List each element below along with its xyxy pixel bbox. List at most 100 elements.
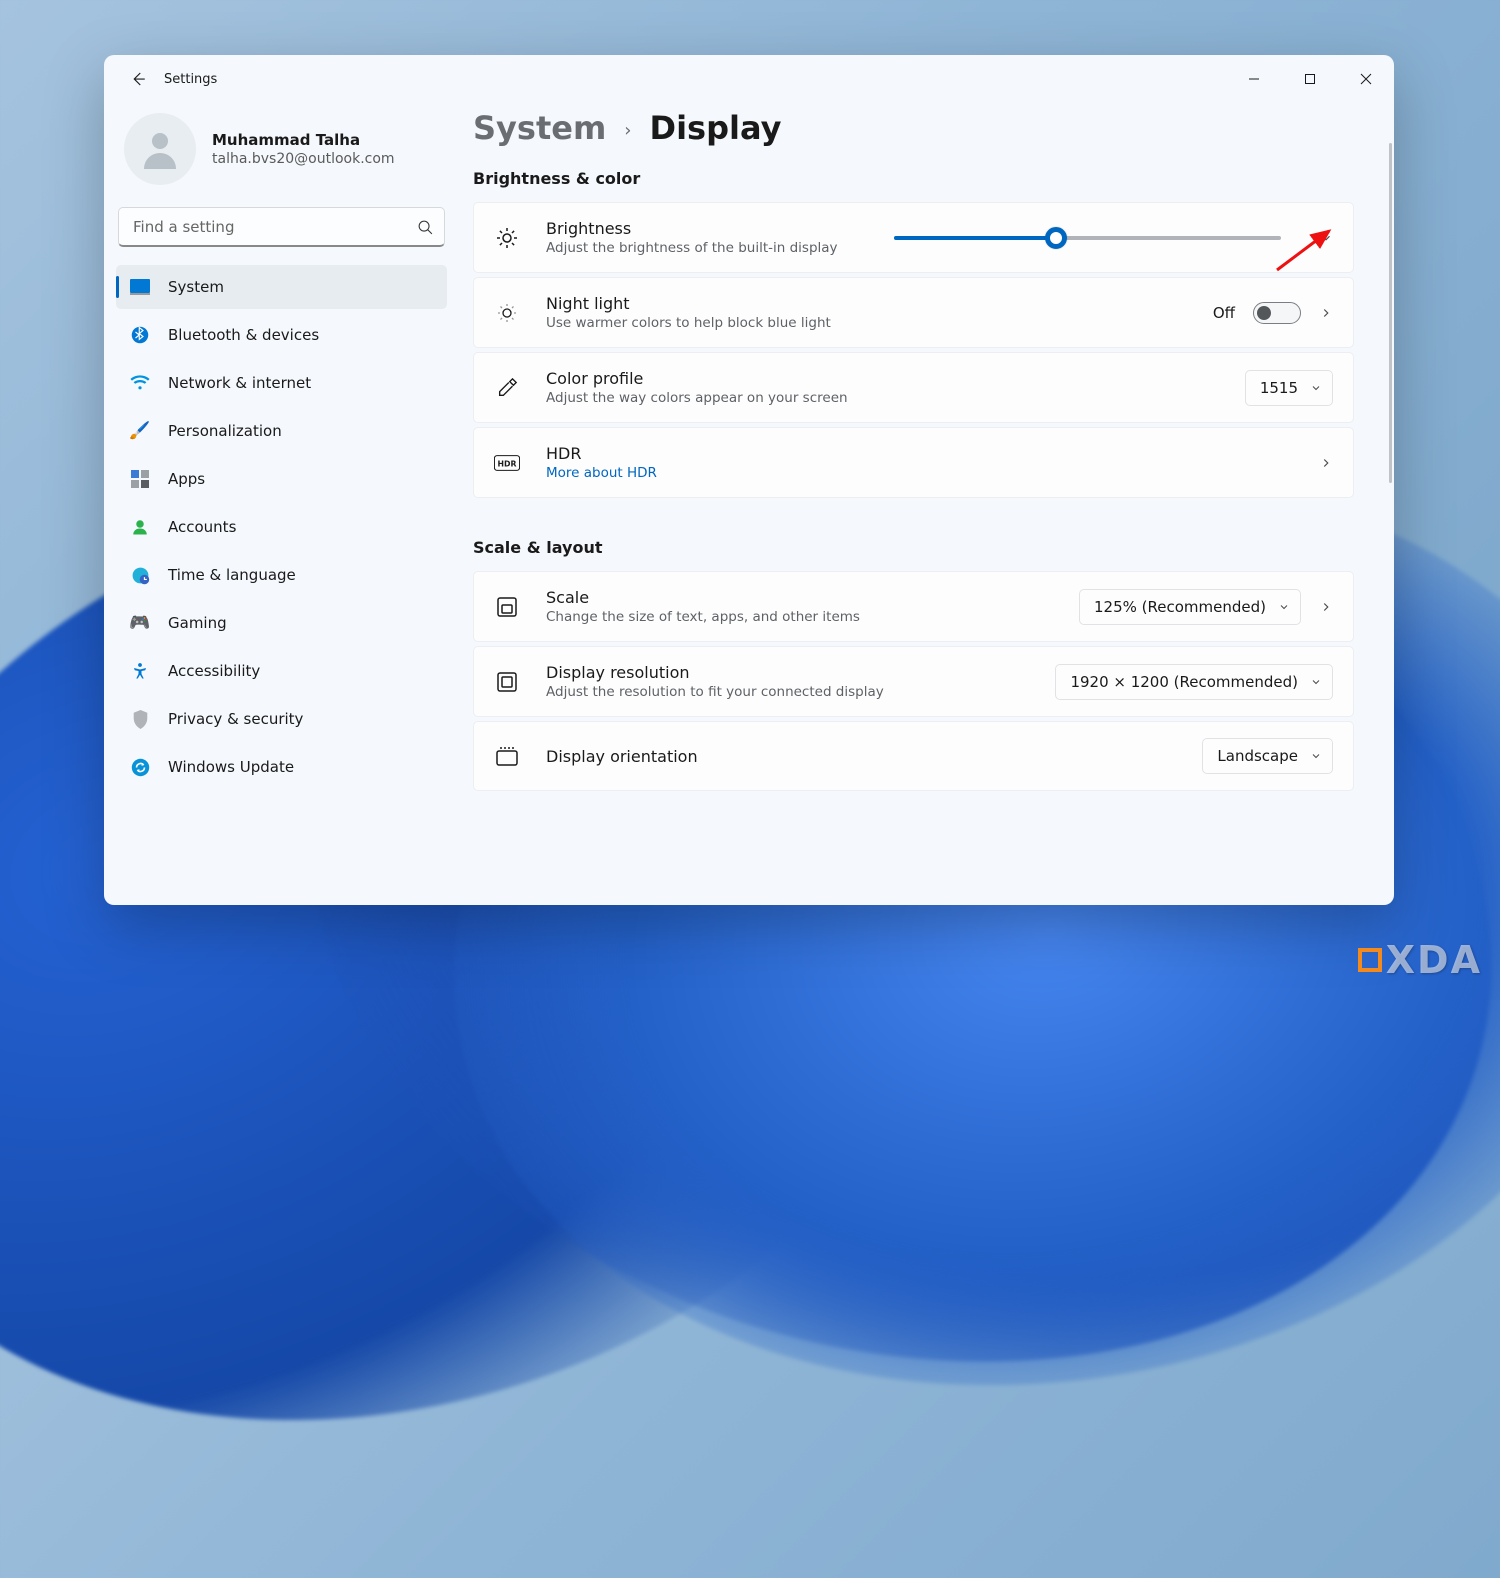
sidebar-item-apps[interactable]: Apps xyxy=(116,457,447,501)
chevron-down-icon xyxy=(1310,750,1322,762)
slider-thumb[interactable] xyxy=(1045,227,1067,249)
resolution-sub: Adjust the resolution to fit your connec… xyxy=(546,684,884,700)
apps-icon xyxy=(130,469,150,489)
sidebar-item-gaming[interactable]: 🎮 Gaming xyxy=(116,601,447,645)
color-profile-dropdown[interactable]: 1515 xyxy=(1245,370,1333,406)
resolution-value: 1920 × 1200 (Recommended) xyxy=(1070,673,1298,691)
resolution-dropdown[interactable]: 1920 × 1200 (Recommended) xyxy=(1055,664,1333,700)
night-light-icon xyxy=(494,300,520,326)
scale-icon xyxy=(494,594,520,620)
paintbrush-icon: 🖌️ xyxy=(130,421,150,441)
back-button[interactable] xyxy=(118,59,158,99)
color-profile-sub: Adjust the way colors appear on your scr… xyxy=(546,390,848,406)
night-light-state-label: Off xyxy=(1213,304,1235,322)
sidebar-item-privacy[interactable]: Privacy & security xyxy=(116,697,447,741)
sidebar-item-time-language[interactable]: Time & language xyxy=(116,553,447,597)
scale-value: 125% (Recommended) xyxy=(1094,598,1266,616)
avatar-placeholder-icon xyxy=(136,125,184,173)
chevron-down-icon xyxy=(1310,382,1322,394)
chevron-down-icon xyxy=(1319,231,1333,245)
scale-title: Scale xyxy=(546,588,860,607)
search-icon xyxy=(417,219,434,236)
wifi-icon xyxy=(130,373,150,393)
eyedropper-icon xyxy=(494,375,520,401)
search-field-wrap xyxy=(118,207,445,247)
sidebar-item-label: Windows Update xyxy=(168,758,294,776)
section-heading-scale: Scale & layout xyxy=(473,538,1354,557)
user-block[interactable]: Muhammad Talha talha.bvs20@outlook.com xyxy=(116,103,447,207)
maximize-button[interactable] xyxy=(1282,55,1338,103)
chevron-right-icon xyxy=(1319,306,1333,320)
orientation-dropdown[interactable]: Landscape xyxy=(1202,738,1333,774)
minimize-icon xyxy=(1248,73,1260,85)
minimize-button[interactable] xyxy=(1226,55,1282,103)
main-content: System › Display Brightness & color Brig… xyxy=(459,103,1394,905)
breadcrumb: System › Display xyxy=(473,109,1354,147)
scrollbar-thumb[interactable] xyxy=(1389,143,1392,483)
color-profile-card[interactable]: Color profile Adjust the way colors appe… xyxy=(473,352,1354,423)
orientation-icon xyxy=(494,743,520,769)
orientation-title: Display orientation xyxy=(546,747,698,766)
accessibility-icon xyxy=(130,661,150,681)
maximize-icon xyxy=(1304,73,1316,85)
resolution-title: Display resolution xyxy=(546,663,884,682)
user-name: Muhammad Talha xyxy=(212,131,395,149)
sidebar: Muhammad Talha talha.bvs20@outlook.com S… xyxy=(104,103,459,905)
accounts-icon xyxy=(130,517,150,537)
sidebar-item-system[interactable]: System xyxy=(116,265,447,309)
system-icon xyxy=(130,277,150,297)
sidebar-item-label: Network & internet xyxy=(168,374,311,392)
page-title: Display xyxy=(650,109,782,147)
color-profile-title: Color profile xyxy=(546,369,848,388)
settings-window: Settings Muhammad Talha talha.bvs20@outl… xyxy=(104,55,1394,905)
orientation-card[interactable]: Display orientation Landscape xyxy=(473,721,1354,791)
sidebar-item-label: Apps xyxy=(168,470,205,488)
time-language-icon xyxy=(130,565,150,585)
shield-icon xyxy=(130,709,150,729)
back-arrow-icon xyxy=(129,70,147,88)
titlebar: Settings xyxy=(104,55,1394,103)
search-input[interactable] xyxy=(118,207,445,247)
brightness-card[interactable]: Brightness Adjust the brightness of the … xyxy=(473,202,1354,273)
bluetooth-icon xyxy=(130,325,150,345)
sidebar-item-windows-update[interactable]: Windows Update xyxy=(116,745,447,789)
window-controls xyxy=(1226,55,1394,103)
chevron-down-icon xyxy=(1310,676,1322,688)
avatar xyxy=(124,113,196,185)
section-heading-brightness: Brightness & color xyxy=(473,169,1354,188)
sidebar-item-network[interactable]: Network & internet xyxy=(116,361,447,405)
sidebar-item-label: Bluetooth & devices xyxy=(168,326,319,344)
chline-right-icon: › xyxy=(624,120,631,141)
close-button[interactable] xyxy=(1338,55,1394,103)
scale-card[interactable]: Scale Change the size of text, apps, and… xyxy=(473,571,1354,642)
watermark-logo-icon xyxy=(1358,948,1382,972)
close-icon xyxy=(1360,73,1372,85)
search-button[interactable] xyxy=(413,215,437,239)
sidebar-item-label: Accessibility xyxy=(168,662,260,680)
gaming-icon: 🎮 xyxy=(130,613,150,633)
hdr-title: HDR xyxy=(546,444,657,463)
resolution-card[interactable]: Display resolution Adjust the resolution… xyxy=(473,646,1354,717)
sidebar-item-label: Time & language xyxy=(168,566,296,584)
brightness-title: Brightness xyxy=(546,219,838,238)
hdr-icon: HDR xyxy=(494,450,520,476)
sidebar-item-label: Privacy & security xyxy=(168,710,303,728)
sidebar-item-personalization[interactable]: 🖌️ Personalization xyxy=(116,409,447,453)
brightness-icon xyxy=(494,225,520,251)
user-email: talha.bvs20@outlook.com xyxy=(212,151,395,167)
watermark: XDA xyxy=(1358,938,1482,982)
sidebar-item-accounts[interactable]: Accounts xyxy=(116,505,447,549)
night-light-toggle[interactable] xyxy=(1253,302,1301,324)
resolution-icon xyxy=(494,669,520,695)
hdr-more-link[interactable]: More about HDR xyxy=(546,465,657,481)
breadcrumb-parent[interactable]: System xyxy=(473,109,606,147)
watermark-text: XDA xyxy=(1386,938,1482,982)
sidebar-item-label: System xyxy=(168,278,224,296)
scale-dropdown[interactable]: 125% (Recommended) xyxy=(1079,589,1301,625)
brightness-slider[interactable] xyxy=(894,236,1281,240)
annotation-arrow xyxy=(1267,225,1347,275)
night-light-card[interactable]: Night light Use warmer colors to help bl… xyxy=(473,277,1354,348)
sidebar-item-accessibility[interactable]: Accessibility xyxy=(116,649,447,693)
sidebar-item-bluetooth[interactable]: Bluetooth & devices xyxy=(116,313,447,357)
hdr-card[interactable]: HDR HDR More about HDR xyxy=(473,427,1354,498)
